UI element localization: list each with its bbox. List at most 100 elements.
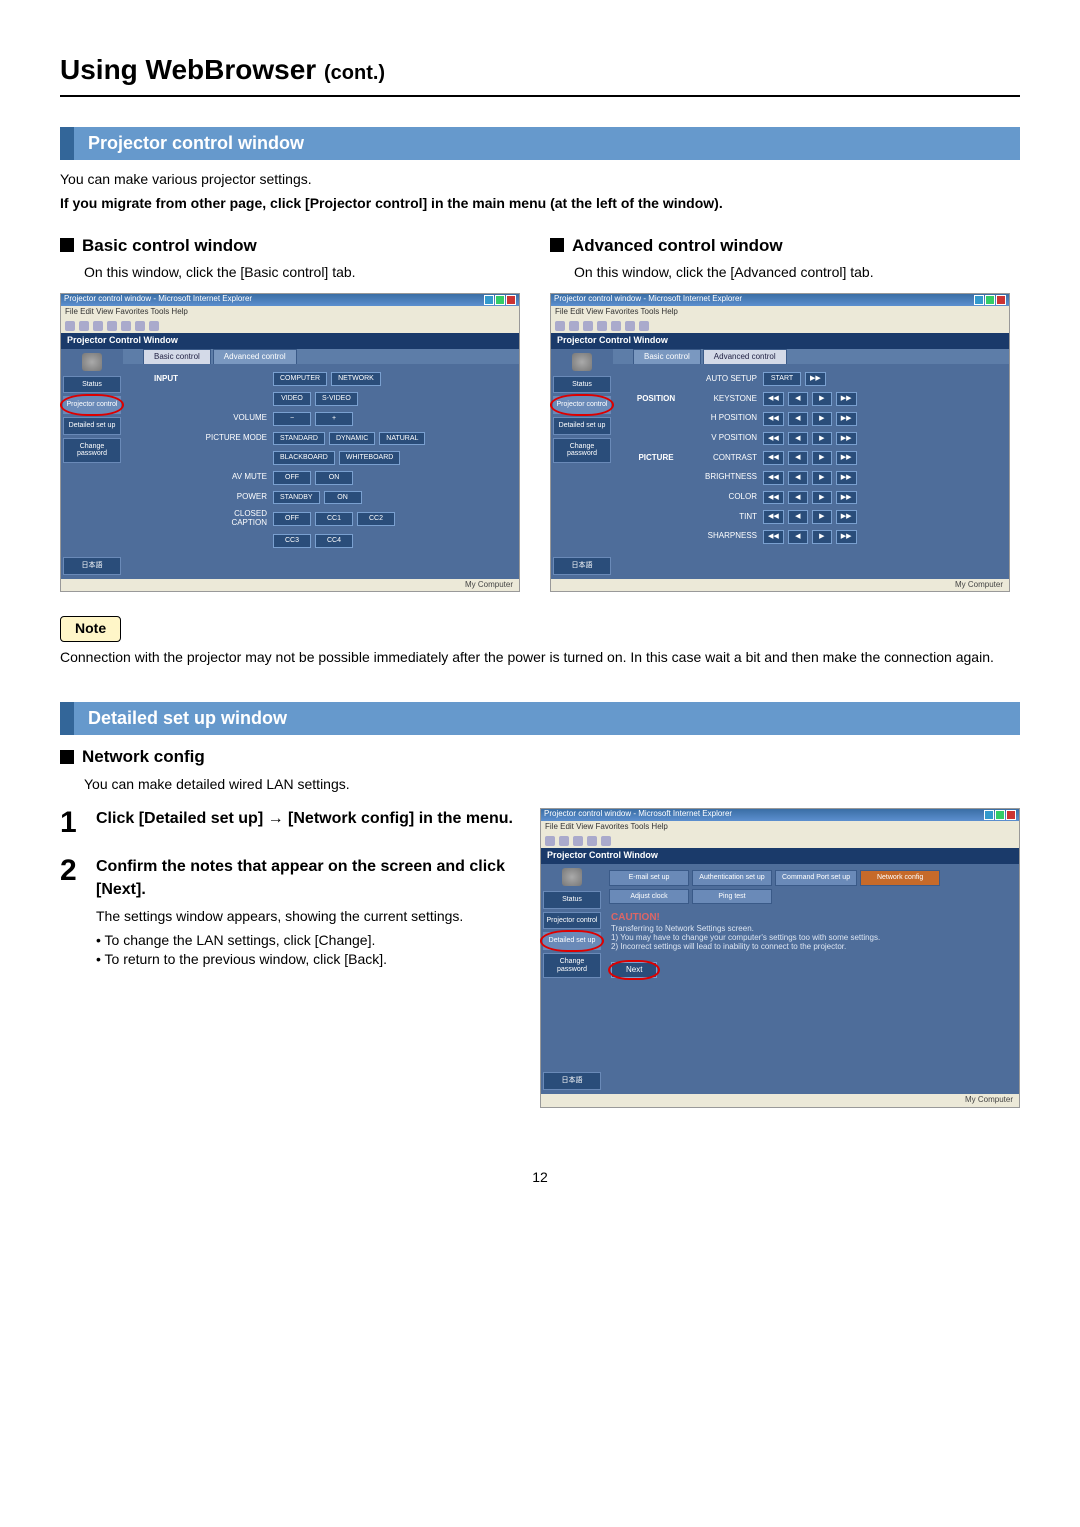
- sidebar-item-status[interactable]: Status: [543, 891, 601, 909]
- arrow-button[interactable]: ▶▶: [836, 510, 857, 524]
- back-icon[interactable]: [65, 321, 75, 331]
- forward-icon[interactable]: [569, 321, 579, 331]
- sidebar-item-language[interactable]: 日本語: [543, 1072, 601, 1090]
- favorites-icon[interactable]: [149, 321, 159, 331]
- arrow-button[interactable]: ▶: [812, 471, 832, 485]
- sidebar-item-detailed-setup[interactable]: Detailed set up: [553, 417, 611, 435]
- minimize-icon[interactable]: [974, 295, 984, 305]
- control-button[interactable]: VIDEO: [273, 392, 311, 406]
- sidebar-item-projector-control[interactable]: Projector control: [553, 396, 611, 414]
- arrow-button[interactable]: ▶: [812, 510, 832, 524]
- refresh-icon[interactable]: [597, 321, 607, 331]
- search-icon[interactable]: [625, 321, 635, 331]
- detail-tab[interactable]: Command Port set up: [775, 870, 857, 886]
- tab-advanced-control[interactable]: Advanced control: [703, 349, 787, 365]
- arrow-button[interactable]: ◀: [788, 451, 808, 465]
- control-button[interactable]: BLACKBOARD: [273, 451, 335, 465]
- arrow-button[interactable]: ▶: [812, 432, 832, 446]
- menubar[interactable]: File Edit View Favorites Tools Help: [551, 306, 1009, 319]
- control-button[interactable]: START: [763, 372, 801, 386]
- maximize-icon[interactable]: [495, 295, 505, 305]
- sidebar-item-projector-control[interactable]: Projector control: [63, 396, 121, 414]
- control-button[interactable]: CC2: [357, 512, 395, 526]
- stop-icon[interactable]: [583, 321, 593, 331]
- arrow-button[interactable]: ◀: [788, 392, 808, 406]
- refresh-icon[interactable]: [107, 321, 117, 331]
- minimize-icon[interactable]: [484, 295, 494, 305]
- refresh-icon[interactable]: [587, 836, 597, 846]
- control-button[interactable]: CC4: [315, 534, 353, 548]
- control-button[interactable]: STANDARD: [273, 432, 325, 446]
- arrow-button[interactable]: ▶▶: [836, 451, 857, 465]
- sidebar-item-change-password[interactable]: Change password: [63, 438, 121, 463]
- close-icon[interactable]: [1006, 810, 1016, 820]
- arrow-button[interactable]: ◀◀: [763, 392, 784, 406]
- language-icon[interactable]: [572, 353, 592, 371]
- arrow-button[interactable]: ▶▶: [836, 432, 857, 446]
- close-icon[interactable]: [996, 295, 1006, 305]
- language-icon[interactable]: [82, 353, 102, 371]
- arrow-button[interactable]: ▶: [812, 530, 832, 544]
- arrow-button[interactable]: ◀: [788, 491, 808, 505]
- forward-icon[interactable]: [559, 836, 569, 846]
- stop-icon[interactable]: [93, 321, 103, 331]
- arrow-button[interactable]: ◀: [788, 412, 808, 426]
- sidebar-item-projector-control[interactable]: Projector control: [543, 912, 601, 930]
- arrow-button[interactable]: ◀◀: [763, 471, 784, 485]
- tab-basic-control[interactable]: Basic control: [633, 349, 701, 365]
- control-button[interactable]: STANDBY: [273, 491, 320, 505]
- menubar[interactable]: File Edit View Favorites Tools Help: [61, 306, 519, 319]
- control-button[interactable]: CC1: [315, 512, 353, 526]
- arrow-button[interactable]: ▶▶: [836, 392, 857, 406]
- control-button[interactable]: NETWORK: [331, 372, 381, 386]
- arrow-button[interactable]: ▶▶: [836, 412, 857, 426]
- minimize-icon[interactable]: [984, 810, 994, 820]
- arrow-button[interactable]: ◀: [788, 432, 808, 446]
- arrow-button[interactable]: ▶: [812, 491, 832, 505]
- control-button[interactable]: OFF: [273, 471, 311, 485]
- favorites-icon[interactable]: [639, 321, 649, 331]
- sidebar-item-language[interactable]: 日本語: [63, 557, 121, 575]
- control-button[interactable]: COMPUTER: [273, 372, 327, 386]
- sidebar-item-status[interactable]: Status: [553, 376, 611, 394]
- sidebar-item-detailed-setup[interactable]: Detailed set up: [63, 417, 121, 435]
- detail-tab[interactable]: Adjust clock: [609, 889, 689, 905]
- arrow-button[interactable]: ▶: [812, 392, 832, 406]
- control-button[interactable]: ON: [324, 491, 362, 505]
- control-button[interactable]: OFF: [273, 512, 311, 526]
- back-icon[interactable]: [545, 836, 555, 846]
- home-icon[interactable]: [601, 836, 611, 846]
- detail-tab[interactable]: Ping test: [692, 889, 772, 905]
- control-button[interactable]: ON: [315, 471, 353, 485]
- arrow-button[interactable]: ◀: [788, 530, 808, 544]
- control-button[interactable]: NATURAL: [379, 432, 425, 446]
- stop-icon[interactable]: [573, 836, 583, 846]
- detail-tab[interactable]: E-mail set up: [609, 870, 689, 886]
- maximize-icon[interactable]: [995, 810, 1005, 820]
- sidebar-item-language[interactable]: 日本語: [553, 557, 611, 575]
- close-icon[interactable]: [506, 295, 516, 305]
- arrow-button[interactable]: ◀◀: [763, 530, 784, 544]
- arrow-button[interactable]: ◀◀: [763, 412, 784, 426]
- arrow-button[interactable]: ▶▶: [836, 530, 857, 544]
- forward-icon[interactable]: [79, 321, 89, 331]
- arrow-button[interactable]: ▶▶: [836, 491, 857, 505]
- sidebar-item-change-password[interactable]: Change password: [553, 438, 611, 463]
- arrow-button[interactable]: ◀: [788, 471, 808, 485]
- arrow-button[interactable]: ▶: [812, 451, 832, 465]
- search-icon[interactable]: [135, 321, 145, 331]
- control-button[interactable]: S-VIDEO: [315, 392, 358, 406]
- control-button[interactable]: −: [273, 412, 311, 426]
- arrow-button[interactable]: ▶: [812, 412, 832, 426]
- home-icon[interactable]: [121, 321, 131, 331]
- arrow-button[interactable]: ▶▶: [836, 471, 857, 485]
- sidebar-item-detailed-setup[interactable]: Detailed set up: [543, 932, 601, 950]
- control-button[interactable]: +: [315, 412, 353, 426]
- arrow-button[interactable]: ◀◀: [763, 491, 784, 505]
- menubar[interactable]: File Edit View Favorites Tools Help: [541, 821, 1019, 834]
- arrow-button[interactable]: ◀◀: [763, 451, 784, 465]
- next-button[interactable]: Next: [611, 962, 657, 979]
- sidebar-item-status[interactable]: Status: [63, 376, 121, 394]
- arrow-button[interactable]: ▶▶: [805, 372, 826, 386]
- arrow-button[interactable]: ◀◀: [763, 510, 784, 524]
